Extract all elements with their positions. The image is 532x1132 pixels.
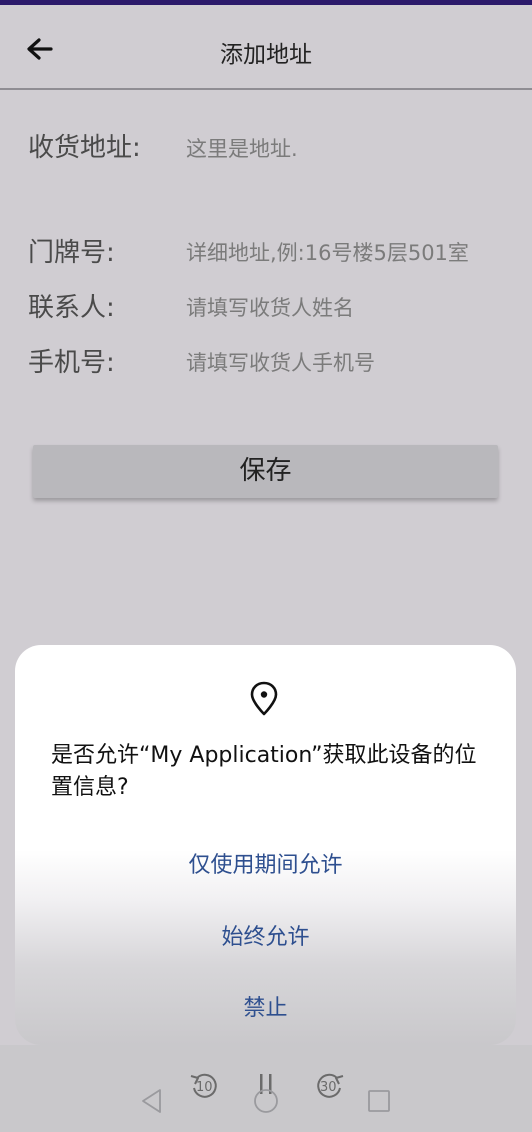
save-button[interactable]: 保存 [33, 445, 498, 498]
location-pin-icon [250, 681, 278, 716]
nav-back-icon[interactable] [140, 1088, 164, 1114]
allow-while-using-button[interactable]: 仅使用期间允许 [15, 847, 516, 879]
header-divider [0, 88, 532, 90]
page-title: 添加地址 [220, 42, 312, 68]
contact-label: 联系人: [28, 293, 115, 323]
phone-label: 手机号: [28, 348, 115, 378]
nav-recent-icon[interactable] [367, 1089, 391, 1113]
nav-home-icon[interactable] [253, 1088, 279, 1114]
address-value[interactable]: 这里是地址. [186, 133, 298, 163]
contact-input[interactable]: 请填写收货人姓名 [186, 292, 354, 322]
rewind-10-label: 10 [196, 1080, 213, 1095]
address-label: 收货地址: [28, 133, 141, 163]
app-header: 添加地址 [0, 5, 532, 89]
door-number-label: 门牌号: [28, 238, 115, 268]
door-number-input[interactable]: 详细地址,例:16号楼5层501室 [186, 237, 469, 267]
dialog-message: 是否允许“My Application”获取此设备的位置信息? [51, 743, 477, 800]
forward-30-label: 30 [320, 1080, 337, 1095]
location-permission-dialog: 是否允许“My Application”获取此设备的位置信息? 仅使用期间允许 … [15, 645, 516, 1045]
deny-button[interactable]: 禁止 [15, 990, 516, 1022]
allow-always-button[interactable]: 始终允许 [15, 919, 516, 951]
phone-input[interactable]: 请填写收货人手机号 [186, 347, 375, 377]
